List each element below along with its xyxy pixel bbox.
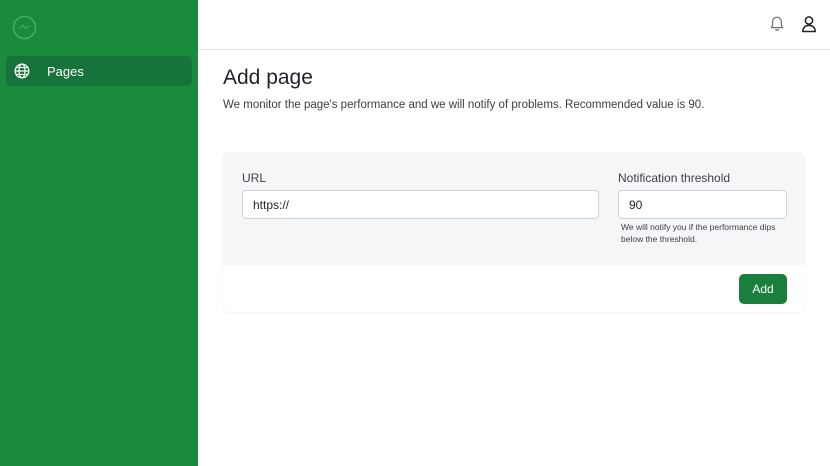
sidebar: Pages <box>0 0 198 466</box>
add-page-form: URL Notification threshold We will notif… <box>223 152 805 312</box>
url-input[interactable] <box>242 190 599 219</box>
top-bar <box>198 0 830 50</box>
add-button[interactable]: Add <box>739 274 787 304</box>
bell-icon[interactable] <box>767 14 787 34</box>
sidebar-item-label: Pages <box>47 63 84 79</box>
form-body: URL Notification threshold We will notif… <box>223 152 805 265</box>
threshold-label: Notification threshold <box>618 171 731 185</box>
user-icon[interactable] <box>799 14 819 34</box>
threshold-help-text: We will notify you if the performance di… <box>621 222 776 244</box>
page-title: Add page <box>223 66 313 89</box>
sidebar-item-pages[interactable]: Pages <box>6 56 192 86</box>
circle-logo-icon[interactable] <box>12 15 37 40</box>
threshold-input[interactable] <box>618 190 787 219</box>
globe-icon <box>14 63 30 79</box>
url-label: URL <box>242 171 267 185</box>
page-description: We monitor the page's performance and we… <box>223 99 705 111</box>
